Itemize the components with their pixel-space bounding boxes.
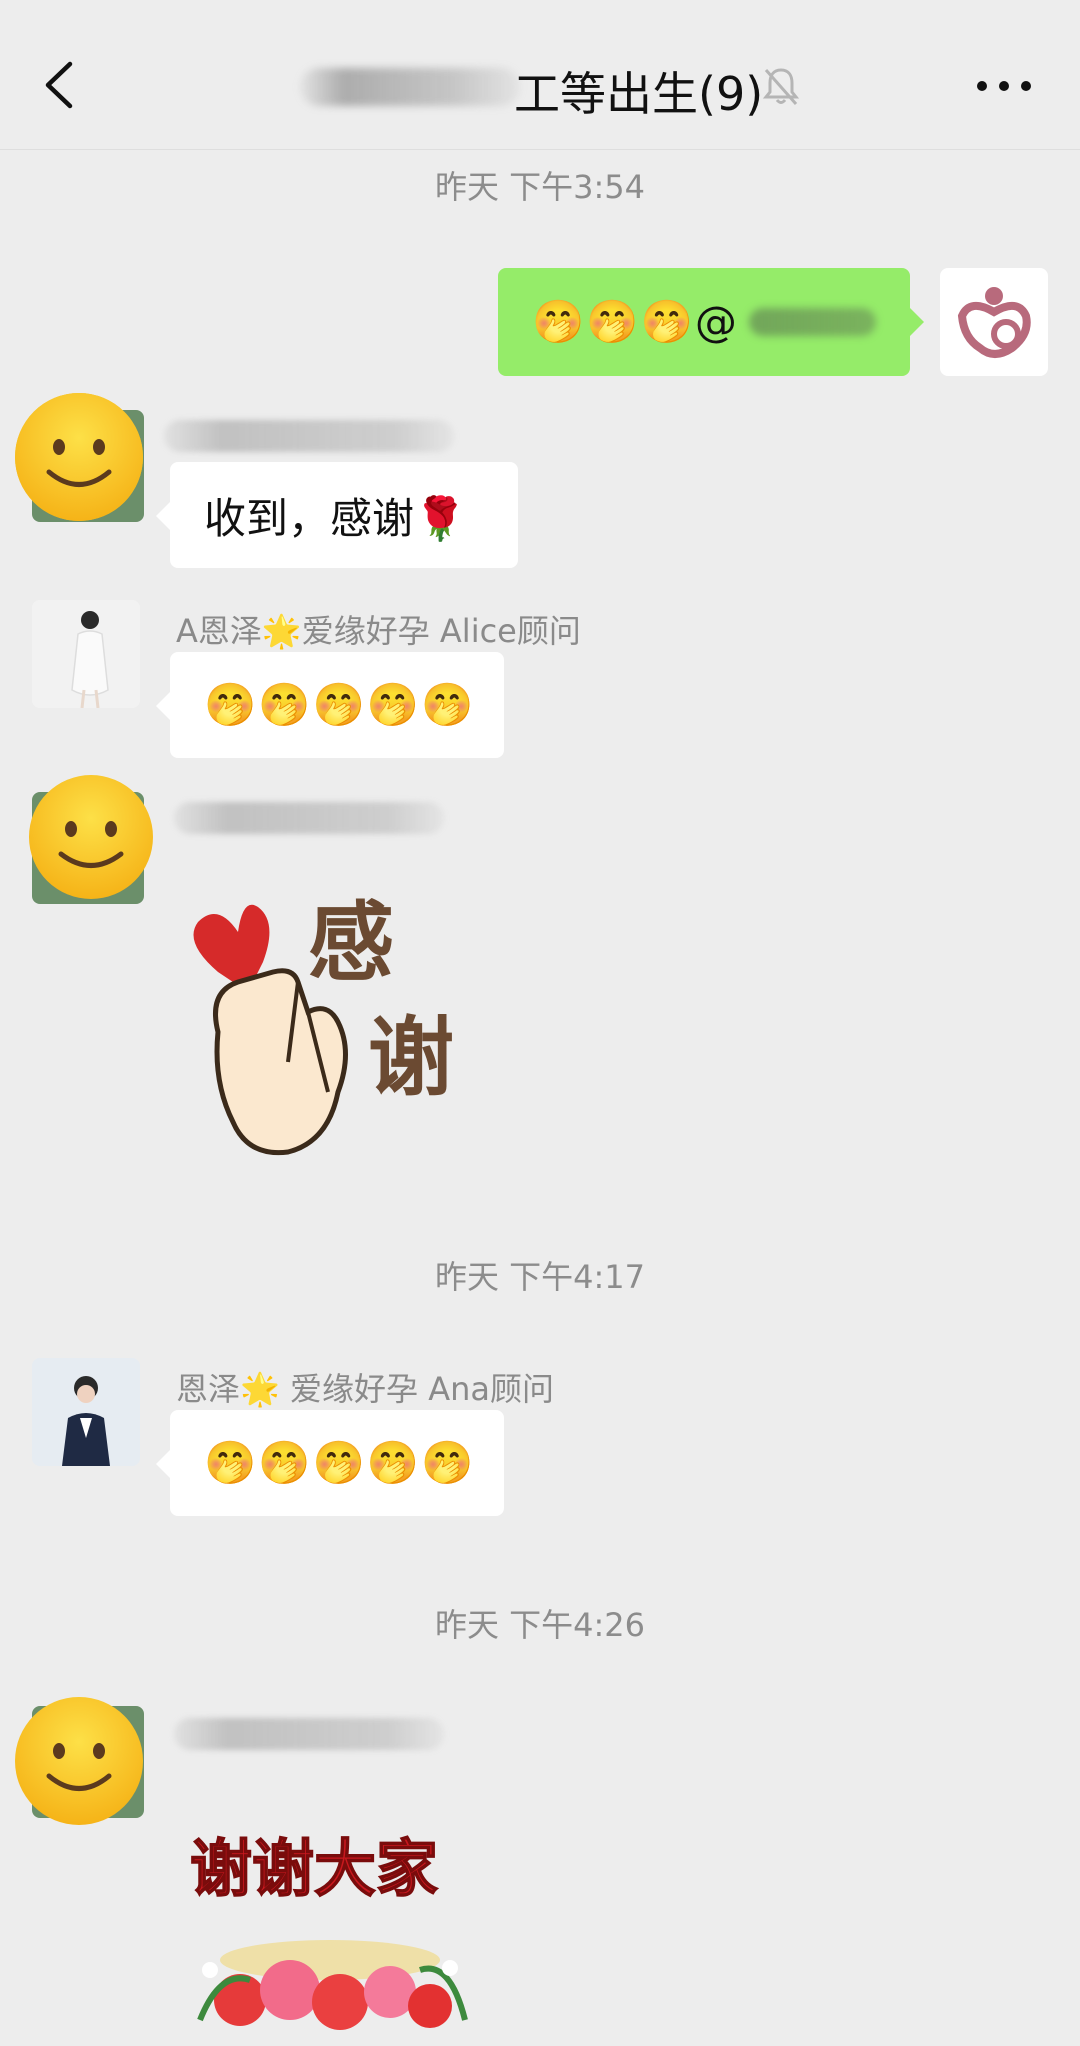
person-photo xyxy=(32,600,140,708)
smiley-avatar[interactable] xyxy=(28,774,158,904)
finger-heart-icon: 感 谢 xyxy=(193,893,454,1156)
self-message-bubble[interactable]: 🤭🤭🤭@ xyxy=(498,268,924,376)
message-text: 🤭🤭🤭🤭🤭 xyxy=(204,680,476,729)
alice-avatar[interactable] xyxy=(32,600,140,708)
message-bubble[interactable]: 收到，感谢🌹 xyxy=(156,462,518,568)
smiley-avatar[interactable] xyxy=(14,392,144,522)
sender-name: 恩泽🌟 爱缘好孕 Ana顾问 xyxy=(176,1370,554,1408)
mother-baby-logo xyxy=(957,287,1031,358)
blurred-sender-name xyxy=(164,420,454,452)
sender-name: A恩泽🌟爱缘好孕 Alice顾问 xyxy=(176,612,581,650)
timestamp: 昨天 下午4:17 xyxy=(434,1258,646,1296)
chat-title: 工等出生(9) xyxy=(514,67,764,121)
blurred-mention xyxy=(748,308,876,336)
message-bubble[interactable]: 🤭🤭🤭🤭🤭 xyxy=(156,1410,504,1516)
blurred-sender-name xyxy=(174,802,444,834)
message-bubble[interactable]: 🤭🤭🤭🤭🤭 xyxy=(156,652,504,758)
chevron-left-icon[interactable] xyxy=(40,60,80,110)
sticker-text: 谢谢大家 xyxy=(190,1832,438,1905)
person-photo xyxy=(32,1358,140,1466)
self-avatar[interactable] xyxy=(940,268,1048,376)
more-horizontal-icon[interactable] xyxy=(976,68,1032,104)
svg-text:谢: 谢 xyxy=(368,1008,454,1108)
smiley-avatar[interactable] xyxy=(14,1696,144,1826)
self-message-text: 🤭🤭🤭@ xyxy=(532,297,739,346)
thanks-heart-sticker[interactable]: 感 谢 xyxy=(178,862,488,1162)
ana-avatar[interactable] xyxy=(32,1358,140,1466)
blurred-group-name xyxy=(300,68,520,106)
bell-off-icon xyxy=(762,68,800,105)
message-text: 🤭🤭🤭🤭🤭 xyxy=(204,1438,476,1487)
flower-bouquet-icon: 谢谢大家 xyxy=(189,1831,468,2030)
chat-header: 工等出生(9) xyxy=(0,0,1080,150)
thank-everyone-sticker[interactable]: 谢谢大家 xyxy=(180,1820,480,2046)
sticker-text: 感 xyxy=(308,893,394,993)
blurred-sender-name xyxy=(174,1718,444,1750)
message-text: 收到，感谢🌹 xyxy=(204,493,467,543)
timestamp: 昨天 下午3:54 xyxy=(434,168,646,206)
timestamp: 昨天 下午4:26 xyxy=(434,1606,646,1644)
